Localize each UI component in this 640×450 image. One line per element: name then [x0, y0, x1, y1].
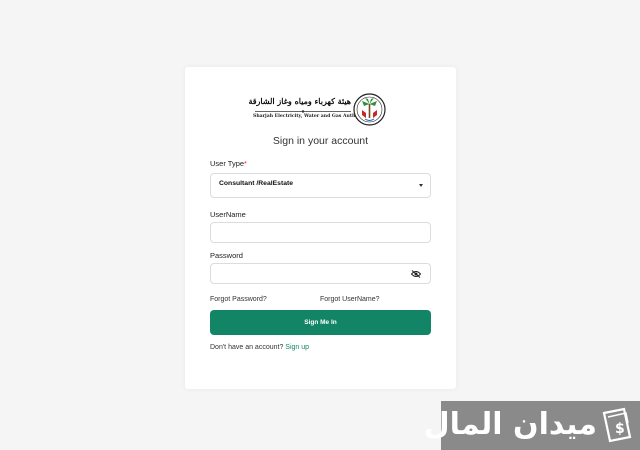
- sewa-logo: هيئة كهرباء ومياه وغاز الشارقة Sharjah E…: [248, 93, 387, 127]
- sign-in-button[interactable]: Sign Me In: [210, 310, 431, 335]
- svg-text:$: $: [615, 421, 625, 437]
- user-type-label-text: User Type: [210, 159, 245, 168]
- sewa-emblem-icon: [353, 93, 386, 126]
- user-type-select[interactable]: Consultant /RealEstate: [210, 173, 431, 198]
- signup-prompt: Don't have an account? Sign up: [210, 344, 309, 351]
- user-type-label: User Type*: [210, 159, 247, 168]
- login-card: هيئة كهرباء ومياه وغاز الشارقة Sharjah E…: [185, 67, 456, 389]
- page-title: Sign in your account: [272, 135, 369, 147]
- user-type-selected-value: Consultant /RealEstate: [219, 180, 294, 187]
- logo-arabic-name: هيئة كهرباء ومياه وغاز الشارقة: [248, 96, 351, 106]
- password-label: Password: [210, 251, 243, 260]
- forgot-password-link[interactable]: Forgot Password?: [210, 296, 267, 303]
- caret-down-icon: [419, 184, 423, 187]
- eye-slash-icon[interactable]: [411, 270, 421, 278]
- password-input[interactable]: [210, 263, 431, 284]
- no-account-text: Don't have an account?: [210, 344, 284, 351]
- sign-up-link[interactable]: Sign up: [285, 344, 309, 351]
- username-label: UserName: [210, 210, 246, 219]
- money-bag-icon: $: [602, 407, 632, 443]
- forgot-username-link[interactable]: Forgot UserName?: [320, 296, 380, 303]
- logo-divider: [255, 110, 351, 113]
- required-mark: *: [244, 159, 247, 168]
- watermark-banner: ميدان المال $: [423, 401, 640, 450]
- watermark-text: ميدان المال: [423, 407, 597, 442]
- username-input[interactable]: [210, 222, 431, 243]
- logo-english-name: Sharjah Electricity, Water and Gas Autho…: [253, 114, 368, 119]
